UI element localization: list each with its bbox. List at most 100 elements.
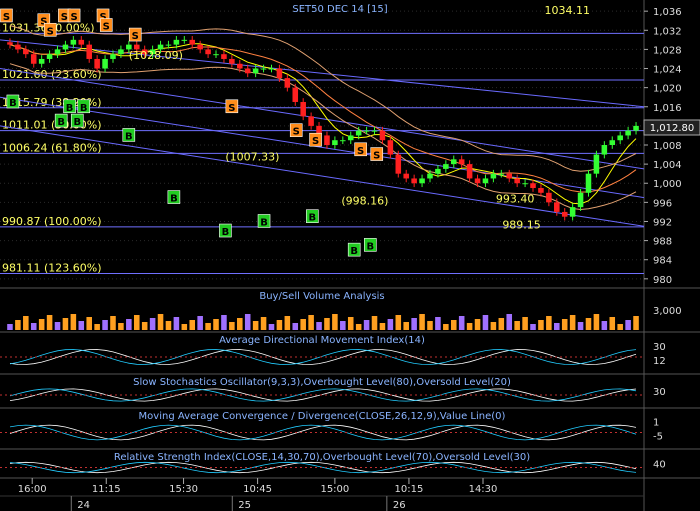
price-tick-label: 1,020 (653, 84, 682, 95)
volume-bar (276, 320, 283, 330)
candle-body (411, 178, 417, 184)
candle-body (593, 154, 600, 174)
candle-body (625, 130, 631, 136)
price-tick-label: 1,028 (653, 45, 682, 56)
volume-bar (7, 324, 13, 330)
volume-bar (363, 320, 370, 330)
candle-body (347, 135, 354, 141)
price-annotation: 989.15 (502, 219, 541, 232)
volume-bar (561, 319, 568, 330)
volume-bar (466, 323, 473, 330)
candle-body (15, 44, 21, 50)
candle-body (522, 183, 528, 185)
price-annotation: (1007.33) (225, 150, 279, 163)
price-tick-label: 1,000 (653, 179, 682, 190)
indicator-title: Relative Strength Index(CLOSE,14,30,70),… (114, 452, 530, 463)
candle-body (78, 39, 85, 45)
candle-body (229, 58, 235, 64)
signal-letter: B (366, 241, 374, 252)
volume-bar (490, 322, 497, 330)
indicator-tick-label: 40 (653, 460, 666, 471)
volume-bar (133, 315, 140, 330)
indicator-title: Buy/Sell Volume Analysis (259, 291, 384, 302)
volume-bar (324, 318, 330, 330)
volume-bar (149, 318, 156, 330)
time-tick-label: 16:00 (18, 484, 47, 495)
candle-body (276, 68, 283, 79)
signal-letter: B (260, 217, 268, 228)
signal-letter: B (66, 103, 74, 114)
volume-bar (347, 317, 354, 330)
price-tick-label: 988 (653, 237, 672, 248)
candle-body (554, 202, 560, 212)
signal-letter: B (57, 117, 65, 128)
volume-bar (403, 322, 409, 330)
candle-body (237, 63, 243, 69)
candle-body (561, 211, 568, 217)
signal-letter: S (103, 22, 110, 33)
volume-bar (308, 315, 314, 330)
volume-bar (530, 324, 536, 330)
current-price-tag: 1,012.80 (650, 123, 695, 134)
candle-body (62, 44, 69, 50)
volume-bar (506, 314, 513, 330)
candle-body (609, 140, 616, 145)
candle-body (7, 42, 13, 45)
candle-body (197, 44, 203, 50)
price-tick-label: 1,024 (653, 65, 682, 76)
candle-body (403, 173, 409, 179)
volume-bar (165, 321, 172, 330)
candle-body (435, 168, 441, 174)
candle-body (506, 173, 513, 179)
volume-bar (86, 317, 92, 330)
candle-body (538, 188, 544, 193)
volume-bar (126, 319, 132, 330)
candle-body (340, 140, 346, 142)
volume-bar (221, 315, 227, 330)
indicator-tick-label: 3,000 (653, 306, 682, 317)
volume-bar (78, 321, 85, 330)
fib-level-label: 981.11 (123.60%) (2, 262, 102, 275)
candle-body (252, 68, 259, 74)
candle-body (181, 39, 188, 41)
volume-bar (316, 322, 322, 330)
candle-body (268, 68, 275, 70)
candle-body (514, 178, 520, 184)
fib-level-label: 1006.24 (61.80%) (2, 141, 102, 154)
candle-body (530, 183, 536, 189)
candle-body (30, 54, 37, 64)
volume-bar (23, 316, 29, 330)
day-tick-label: 24 (77, 500, 90, 511)
price-tick-label: 984 (653, 256, 672, 267)
trading-chart: 1031.36 (0.00%)1021.60 (23.60%)1015.79 (… (0, 0, 700, 511)
candle-body (355, 130, 362, 136)
volume-bar (118, 323, 124, 330)
candle-body (308, 116, 314, 126)
volume-bar (593, 314, 600, 330)
volume-bar (332, 314, 338, 330)
candle-body (244, 68, 251, 74)
price-tick-label: 1,004 (653, 160, 682, 171)
day-tick-label: 25 (238, 500, 251, 511)
volume-bar (379, 323, 386, 330)
candle-body (379, 130, 386, 141)
volume-bar (482, 315, 489, 330)
volume-bar (395, 315, 402, 330)
signal-letter: B (170, 194, 178, 205)
volume-bar (141, 322, 148, 330)
volume-bar (355, 324, 362, 330)
volume-bar (189, 320, 196, 330)
signal-letter: S (70, 12, 77, 23)
signal-letter: B (80, 103, 88, 114)
volume-bar (569, 315, 576, 330)
volume-bar (450, 320, 457, 330)
volume-bar (38, 319, 45, 330)
candle-body (395, 154, 402, 174)
volume-bar (609, 317, 616, 330)
candle-body (189, 39, 196, 45)
volume-bar (435, 317, 441, 330)
price-annotation: (998.16) (341, 194, 388, 207)
volume-bar (54, 322, 61, 330)
volume-bar (427, 321, 433, 330)
candle-body (221, 54, 227, 59)
